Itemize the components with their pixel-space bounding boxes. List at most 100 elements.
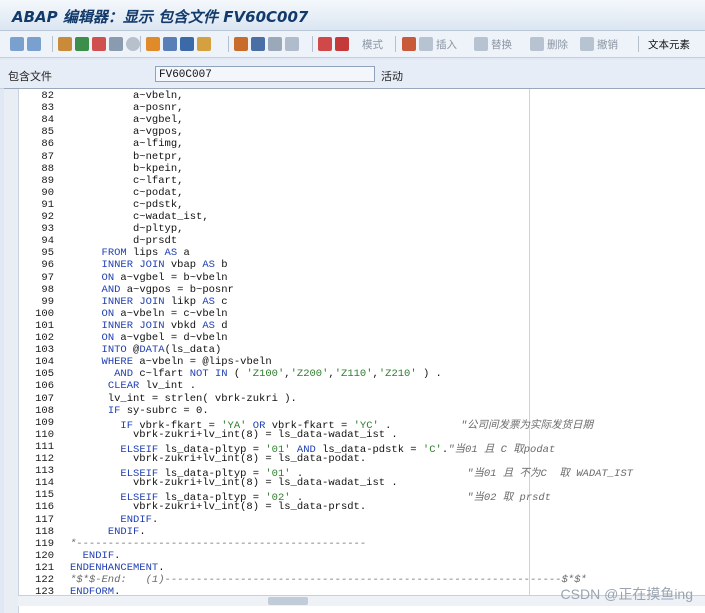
code-line[interactable]: c~pdstk,: [70, 199, 183, 211]
code-line[interactable]: CLEAR lv_int .: [70, 380, 196, 392]
code-line[interactable]: vbrk-zukri+lv_int(8) = ls_data-wadat_ist…: [70, 477, 398, 489]
line-number: 119: [35, 537, 54, 550]
line-number: 108: [35, 404, 54, 417]
code-line[interactable]: a~vgpos,: [70, 126, 183, 138]
code-line[interactable]: a~vbeln,: [70, 90, 183, 102]
toolbar-divider: [312, 36, 313, 52]
object-list-icon[interactable]: [146, 37, 160, 51]
line-number: 94: [41, 235, 54, 248]
activate-icon[interactable]: [92, 37, 106, 51]
include-name-field[interactable]: FV60C007: [155, 66, 375, 82]
line-number: 118: [35, 525, 54, 538]
pretty-printer-icon[interactable]: [251, 37, 265, 51]
scrollbar-thumb[interactable]: [268, 597, 308, 605]
insert-button[interactable]: 插入: [436, 37, 457, 52]
mode-button[interactable]: 模式: [362, 37, 383, 52]
line-number: 110: [35, 428, 54, 441]
code-line[interactable]: AND a~vgpos = b~posnr: [70, 284, 234, 296]
line-number: 109: [35, 416, 54, 429]
line-number: 122: [35, 574, 54, 586]
line-number: 84: [41, 114, 54, 127]
code-line[interactable]: vbrk-zukri+lv_int(8) = ls_data-prsdt.: [70, 501, 366, 513]
code-line[interactable]: b~kpein,: [70, 163, 183, 175]
delete-button[interactable]: 删除: [547, 37, 568, 52]
code-line[interactable]: d~prsdt: [70, 235, 177, 247]
line-number: 101: [35, 319, 54, 332]
hierarchy-icon[interactable]: [197, 37, 211, 51]
forward-arrow-icon[interactable]: [27, 37, 41, 51]
line-number: 87: [41, 150, 54, 163]
code-line[interactable]: ENDIF.: [70, 526, 146, 538]
breakpoint-icon[interactable]: [318, 37, 332, 51]
code-line[interactable]: a~posnr,: [70, 102, 183, 114]
text-elements-button[interactable]: 文本元素: [648, 37, 690, 52]
pattern-group: 插入: [402, 35, 457, 53]
line-number: 92: [41, 211, 54, 223]
line-number: 97: [41, 271, 54, 284]
code-line[interactable]: b~netpr,: [70, 151, 183, 163]
line-number: 85: [41, 126, 54, 139]
toolbar-divider: [52, 36, 53, 52]
navigate-icon[interactable]: [180, 37, 194, 51]
info-icon[interactable]: [285, 37, 299, 51]
back-arrow-icon[interactable]: [10, 37, 24, 51]
code-line[interactable]: IF sy-subrc = 0.: [70, 405, 209, 417]
code-line[interactable]: ENDIF.: [70, 550, 121, 562]
where-used-icon[interactable]: [126, 37, 140, 51]
code-line[interactable]: AND c~lfart NOT IN ( 'Z100','Z200','Z110…: [70, 368, 442, 380]
code-line[interactable]: ON a~vgbel = d~vbeln: [70, 332, 228, 344]
code-line[interactable]: INNER JOIN likp AS c: [70, 296, 228, 308]
edit-tools-group: [58, 35, 140, 53]
code-line[interactable]: c~podat,: [70, 187, 183, 199]
line-number: 105: [35, 368, 54, 381]
delete-group: 删除: [530, 35, 568, 53]
line-number: 96: [41, 259, 54, 272]
code-line[interactable]: INNER JOIN vbap AS b: [70, 259, 228, 271]
code-line[interactable]: d~pltyp,: [70, 223, 183, 235]
check-icon[interactable]: [75, 37, 89, 51]
replace-button[interactable]: 替换: [491, 37, 512, 52]
application-toolbar: 模式 插入 替换 删除 撤销 文本元素: [0, 31, 705, 58]
editor-margin: [4, 89, 19, 613]
code-line[interactable]: INTO @DATA(ls_data): [70, 344, 222, 356]
code-line[interactable]: ON a~vbeln = c~vbeln: [70, 308, 228, 320]
code-line[interactable]: vbrk-zukri+lv_int(8) = ls_data-wadat_ist…: [70, 429, 398, 441]
code-line[interactable]: *---------------------------------------…: [70, 538, 366, 550]
test-icon[interactable]: [109, 37, 123, 51]
toolbar-divider: [638, 36, 639, 52]
line-number: 115: [35, 489, 54, 502]
code-line[interactable]: WHERE a~vbeln = @lips-vbeln: [70, 356, 272, 368]
line-number: 93: [41, 223, 54, 236]
code-line[interactable]: ENDIF.: [70, 514, 158, 526]
code-line[interactable]: FROM lips AS a: [70, 247, 190, 259]
display-change-icon[interactable]: [58, 37, 72, 51]
code-line[interactable]: ON a~vgbel = b~vbeln: [70, 272, 228, 284]
code-line[interactable]: lv_int = strlen( vbrk-zukri ).: [70, 393, 297, 405]
line-number: 114: [35, 477, 54, 490]
code-line[interactable]: a~vgbel,: [70, 114, 183, 126]
code-line[interactable]: *$*$-End: (1)---------------------------…: [70, 574, 587, 586]
status-label: 活动: [381, 71, 403, 83]
undo-icon: [580, 37, 594, 51]
code-line[interactable]: vbrk-zukri+lv_int(8) = ls_data-podat.: [70, 453, 366, 465]
include-label: 包含文件: [8, 71, 52, 83]
line-number: 91: [41, 198, 54, 211]
code-line[interactable]: a~lfimg,: [70, 138, 183, 150]
line-number: 88: [41, 162, 54, 175]
code-editor[interactable]: 82 a~vbeln, 83 a~posnr, 84 a~vgbel, 85 a~vg…: [4, 88, 705, 613]
undo-button[interactable]: 撤销: [597, 37, 618, 52]
delete-icon: [530, 37, 544, 51]
pencil-icon[interactable]: [163, 37, 177, 51]
debug-group: 模式: [318, 35, 383, 53]
line-number: 107: [35, 392, 54, 405]
code-line[interactable]: c~wadat_ist,: [70, 211, 209, 223]
structure-icon[interactable]: [234, 37, 248, 51]
line-number: 95: [41, 247, 54, 260]
line-number: 106: [35, 380, 54, 393]
pattern-icon[interactable]: [402, 37, 416, 51]
window-icon[interactable]: [268, 37, 282, 51]
code-line[interactable]: INNER JOIN vbkd AS d: [70, 320, 228, 332]
stop-icon[interactable]: [335, 37, 349, 51]
code-line[interactable]: ENDENHANCEMENT.: [70, 562, 165, 574]
code-line[interactable]: c~lfart,: [70, 175, 183, 187]
